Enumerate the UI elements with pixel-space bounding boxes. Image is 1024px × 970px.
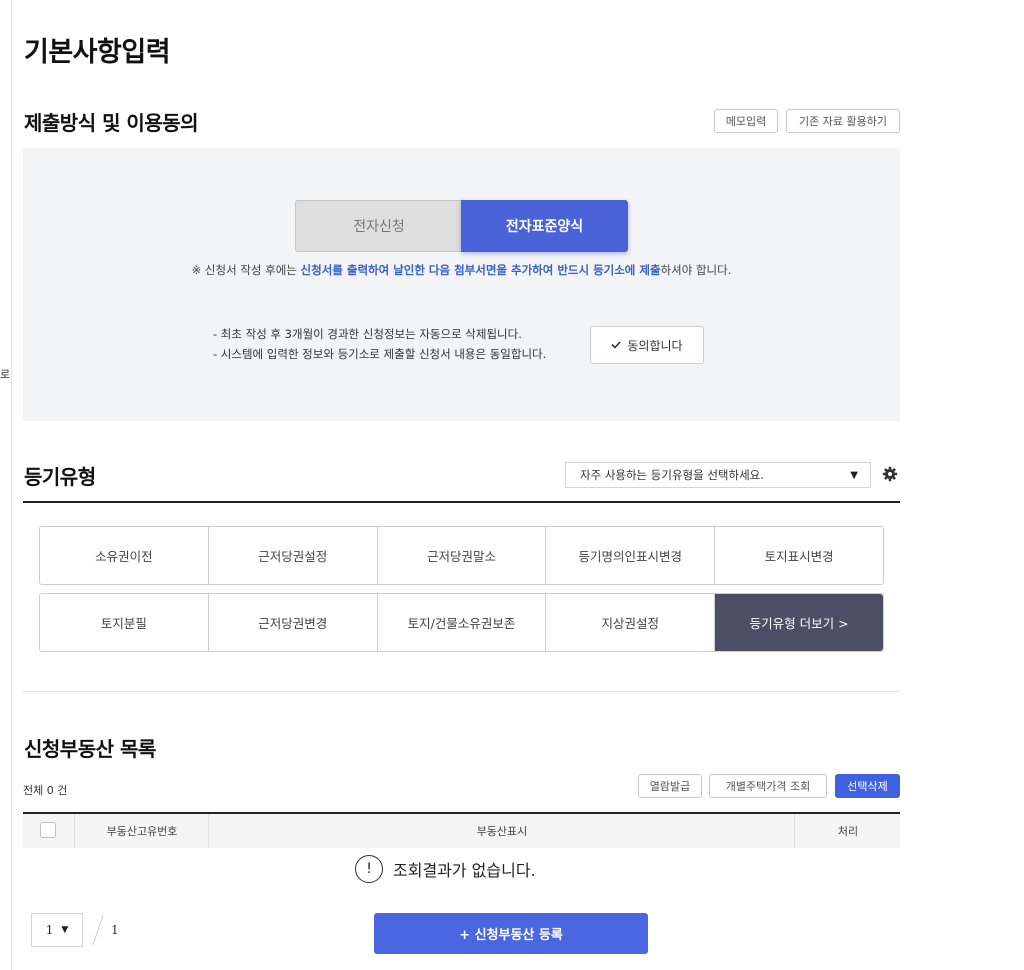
house-price-lookup-button[interactable]: 개별주택가격 조회 xyxy=(709,774,827,798)
delete-selected-button[interactable]: 선택삭제 xyxy=(835,774,900,798)
col-action: 처리 xyxy=(794,814,901,848)
more-types-button[interactable]: 등기유형 더보기 > xyxy=(714,594,883,651)
type-ownership-preservation[interactable]: 토지/건물소유권보존 xyxy=(376,594,546,651)
agree-button[interactable]: 동의합니다 xyxy=(590,326,704,364)
notice-suffix: 하셔야 합니다. xyxy=(660,263,732,277)
page-size-value: 1 xyxy=(45,923,54,937)
agree-button-label: 동의합니다 xyxy=(627,338,683,353)
gear-icon[interactable] xyxy=(882,466,898,482)
type-mortgage-change[interactable]: 근저당권변경 xyxy=(207,594,377,651)
caret-down-icon: ▼ xyxy=(850,470,858,481)
check-icon xyxy=(611,341,621,349)
type-mortgage-setup[interactable]: 근저당권설정 xyxy=(207,527,377,584)
section-divider xyxy=(23,501,900,503)
empty-message: 조회결과가 없습니다. xyxy=(393,861,536,880)
registration-type-title: 등기유형 xyxy=(24,465,96,489)
tab-electronic-standard-form[interactable]: 전자표준양식 xyxy=(461,200,628,252)
register-property-button[interactable]: + 신청부동산 등록 xyxy=(374,913,648,954)
registration-type-row-1: 소유권이전 근저당권설정 근저당권말소 등기명의인표시변경 토지표시변경 xyxy=(39,526,884,585)
consent-text: - 최초 작성 후 3개월이 경과한 신청정보는 자동으로 삭제됩니다. - 시… xyxy=(213,324,546,364)
consent-line-2: - 시스템에 입력한 정보와 등기소로 제출할 신청서 내용은 동일합니다. xyxy=(213,347,547,361)
submission-section-title: 제출방식 및 이용동의 xyxy=(24,111,199,135)
total-count: 전체 0 건 xyxy=(23,784,68,797)
exclamation-icon: ! xyxy=(355,855,383,883)
page-size-select[interactable]: 1 ▼ xyxy=(31,913,83,947)
sidebar-edge-text: 로 xyxy=(0,368,11,381)
frequent-type-select[interactable]: 자주 사용하는 등기유형을 선택하세요. ▼ xyxy=(565,462,871,488)
pager-slash xyxy=(92,914,104,946)
type-mortgage-cancel[interactable]: 근저당권말소 xyxy=(376,527,546,584)
submission-notice: ※ 신청서 작성 후에는 신청서를 출력하여 날인한 다음 첨부서면을 추가하여… xyxy=(23,262,900,278)
reuse-data-button[interactable]: 기존 자료 활용하기 xyxy=(786,109,900,133)
frequent-type-select-value: 자주 사용하는 등기유형을 선택하세요. xyxy=(580,468,764,482)
type-land-info-change[interactable]: 토지표시변경 xyxy=(714,527,883,584)
property-list-title: 신청부동산 목록 xyxy=(24,737,156,761)
left-divider xyxy=(11,0,12,970)
empty-state: ! 조회결과가 없습니다. xyxy=(355,855,536,883)
col-property-id: 부동산고유번호 xyxy=(74,814,209,848)
page-title: 기본사항입력 xyxy=(24,37,171,68)
caret-down-icon: ▼ xyxy=(61,925,69,935)
type-superficies-setup[interactable]: 지상권설정 xyxy=(545,594,714,651)
tab-electronic-application[interactable]: 전자신청 xyxy=(295,200,463,252)
consent-line-1: - 최초 작성 후 3개월이 경과한 신청정보는 자동으로 삭제됩니다. xyxy=(213,327,522,341)
type-registrant-info-change[interactable]: 등기명의인표시변경 xyxy=(545,527,714,584)
select-all-checkbox[interactable] xyxy=(40,822,56,838)
col-property-display: 부동산표시 xyxy=(208,814,795,848)
type-ownership-transfer[interactable]: 소유권이전 xyxy=(40,527,208,584)
section-divider-light xyxy=(23,691,900,692)
view-issue-button[interactable]: 열람발급 xyxy=(638,774,702,798)
submission-panel: 전자신청 전자표준양식 ※ 신청서 작성 후에는 신청서를 출력하여 날인한 다… xyxy=(23,148,900,421)
notice-prefix: ※ 신청서 작성 후에는 xyxy=(191,263,301,277)
type-land-subdivision[interactable]: 토지분필 xyxy=(40,594,208,651)
memo-button[interactable]: 메모입력 xyxy=(714,109,778,133)
notice-highlight: 신청서를 출력하여 날인한 다음 첨부서면을 추가하여 반드시 등기소에 제출 xyxy=(300,263,661,277)
total-pages: 1 xyxy=(111,923,119,937)
table-header: 부동산고유번호 부동산표시 처리 xyxy=(23,812,900,848)
registration-type-row-2: 토지분필 근저당권변경 토지/건물소유권보존 지상권설정 등기유형 더보기 > xyxy=(39,593,884,652)
